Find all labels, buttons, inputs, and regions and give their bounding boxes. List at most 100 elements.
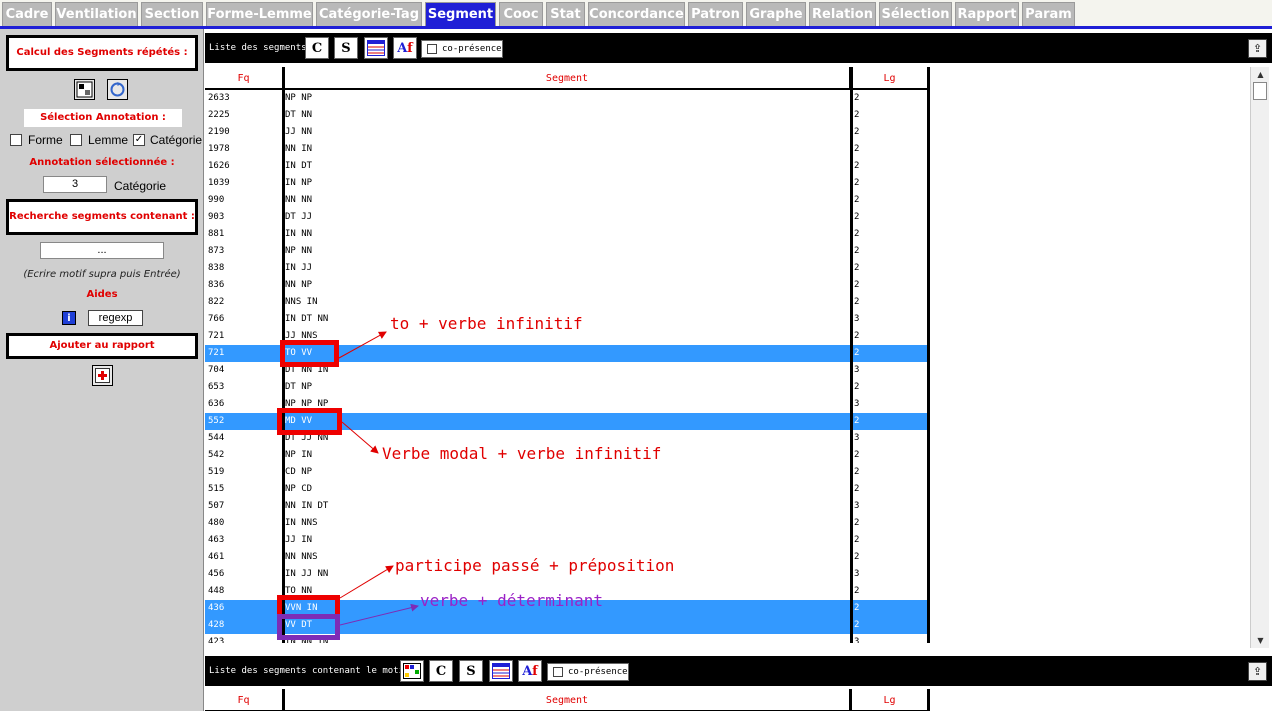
cell-fq: 2633 [208, 93, 230, 103]
tab-patron[interactable]: Patron [688, 2, 743, 26]
table-row[interactable]: 519 CD NP 2 [205, 464, 930, 481]
cell-lg: 2 [854, 552, 860, 562]
calc-segments-title: Calcul des Segments répétés : [6, 35, 198, 71]
vertical-scrollbar[interactable]: ▲ ▼ [1250, 67, 1269, 648]
table-row[interactable]: 881 IN NN 2 [205, 226, 930, 243]
info-icon[interactable]: i [62, 311, 76, 325]
cell-segment: IN NN IN [285, 637, 329, 643]
cell-segment: NN IN [285, 144, 313, 154]
scroll-up-icon[interactable]: ▲ [1251, 67, 1270, 82]
cell-fq: 552 [208, 416, 225, 426]
table-row[interactable]: 1039 IN NP 2 [205, 175, 930, 192]
column-lg-bottom[interactable]: Lg [852, 689, 930, 711]
cell-fq: 1039 [208, 178, 230, 188]
cell-lg: 2 [854, 603, 860, 613]
export-top-button[interactable]: ⇪ [1248, 39, 1267, 58]
table-row[interactable]: 1978 NN IN 2 [205, 141, 930, 158]
table-row[interactable]: 2633 NP NP 2 [205, 90, 930, 107]
cell-lg: 2 [854, 382, 860, 392]
tab-param[interactable]: Param [1022, 2, 1075, 26]
cell-segment: DT NN IN [285, 365, 329, 375]
cell-lg: 3 [854, 637, 860, 643]
column-segment[interactable]: Segment [285, 67, 852, 90]
table-row[interactable]: 2225 DT NN 2 [205, 107, 930, 124]
scroll-thumb[interactable] [1253, 82, 1267, 100]
table-row[interactable]: 653 DT NP 2 [205, 379, 930, 396]
copresence-top-checkbox[interactable] [427, 44, 437, 54]
copresence-top[interactable]: co-présence [421, 40, 503, 58]
af-bottom-button[interactable]: Af [518, 660, 542, 682]
af-button[interactable]: Af [393, 37, 417, 59]
table-view-bottom-button[interactable] [489, 660, 513, 682]
column-fq-bottom[interactable]: Fq [205, 689, 285, 711]
table-row[interactable]: 903 DT JJ 2 [205, 209, 930, 226]
cell-lg: 3 [854, 433, 860, 443]
column-segment-bottom[interactable]: Segment [285, 689, 852, 711]
tab-segment[interactable]: Segment [425, 2, 496, 26]
tab-categorie-tag[interactable]: Catégorie-Tag [316, 2, 422, 26]
tab-rapport[interactable]: Rapport [955, 2, 1019, 26]
tab-relation[interactable]: Relation [809, 2, 876, 26]
tab-ventilation[interactable]: Ventilation [55, 2, 138, 26]
cell-lg: 3 [854, 365, 860, 375]
highlight-vv-dt [277, 614, 340, 640]
cell-fq: 448 [208, 586, 225, 596]
export-bottom-button[interactable]: ⇪ [1248, 662, 1267, 681]
column-fq[interactable]: Fq [205, 67, 285, 90]
tab-graphe[interactable]: Graphe [746, 2, 806, 26]
cell-lg: 2 [854, 246, 860, 256]
lemme-checkbox[interactable] [70, 134, 82, 146]
tab-section[interactable]: Section [141, 2, 203, 26]
s-grid-icon: S [466, 663, 476, 679]
table-row[interactable]: 1626 IN DT 2 [205, 158, 930, 175]
table-row[interactable]: 507 NN IN DT 3 [205, 498, 930, 515]
motif-search-input[interactable]: ... [40, 242, 164, 259]
tab-cooc[interactable]: Cooc [499, 2, 543, 26]
cell-fq: 903 [208, 212, 225, 222]
cell-lg: 2 [854, 229, 860, 239]
scroll-down-icon[interactable]: ▼ [1251, 633, 1270, 648]
table-row[interactable]: 836 NN NP 2 [205, 277, 930, 294]
tab-cadre[interactable]: Cadre [2, 2, 52, 26]
table-view-button[interactable] [364, 37, 388, 59]
cell-fq: 463 [208, 535, 225, 545]
tab-bar: Cadre Ventilation Section Forme-Lemme Ca… [0, 0, 1272, 29]
table-row[interactable]: 2190 JJ NN 2 [205, 124, 930, 141]
table-row[interactable]: 822 NNS IN 2 [205, 294, 930, 311]
s-view-bottom-button[interactable]: S [459, 660, 483, 682]
tab-forme-lemme[interactable]: Forme-Lemme [206, 2, 313, 26]
annotation-type-label: Catégorie [114, 179, 167, 193]
categorie-checkbox[interactable]: ✓ [133, 134, 145, 146]
motif-toolbar: Liste des segments contenant le motif C … [205, 656, 1272, 686]
cell-fq: 456 [208, 569, 225, 579]
tab-stat[interactable]: Stat [546, 2, 585, 26]
c-view-button[interactable]: C [305, 37, 329, 59]
cell-fq: 881 [208, 229, 225, 239]
annotation-value-field[interactable]: 3 [43, 176, 107, 193]
tab-selection[interactable]: Sélection [879, 2, 952, 26]
column-lg[interactable]: Lg [852, 67, 930, 90]
export-icon: ⇪ [1252, 42, 1263, 55]
forme-checkbox[interactable] [10, 134, 22, 146]
cell-fq: 653 [208, 382, 225, 392]
cell-lg: 2 [854, 110, 860, 120]
add-to-report-button[interactable] [92, 365, 113, 386]
cell-lg: 2 [854, 178, 860, 188]
chart-view-button[interactable] [400, 660, 424, 682]
table-row[interactable]: 480 IN NNS 2 [205, 515, 930, 532]
regexp-button[interactable]: regexp [88, 310, 143, 326]
copresence-bottom[interactable]: co-présence [547, 663, 629, 681]
table-row[interactable]: 838 IN JJ 2 [205, 260, 930, 277]
refresh-segments-button[interactable] [107, 79, 128, 100]
cell-lg: 2 [854, 535, 860, 545]
copresence-bottom-checkbox[interactable] [553, 667, 563, 677]
s-view-button[interactable]: S [334, 37, 358, 59]
c-view-bottom-button[interactable]: C [429, 660, 453, 682]
compute-segments-button[interactable] [74, 79, 95, 100]
table-row[interactable]: 463 JJ IN 2 [205, 532, 930, 549]
table-row[interactable]: 990 NN NN 2 [205, 192, 930, 209]
tab-concordance[interactable]: Concordance [588, 2, 685, 26]
table-row[interactable]: 515 NP CD 2 [205, 481, 930, 498]
af-icon: Af [522, 663, 538, 679]
table-row[interactable]: 873 NP NN 2 [205, 243, 930, 260]
